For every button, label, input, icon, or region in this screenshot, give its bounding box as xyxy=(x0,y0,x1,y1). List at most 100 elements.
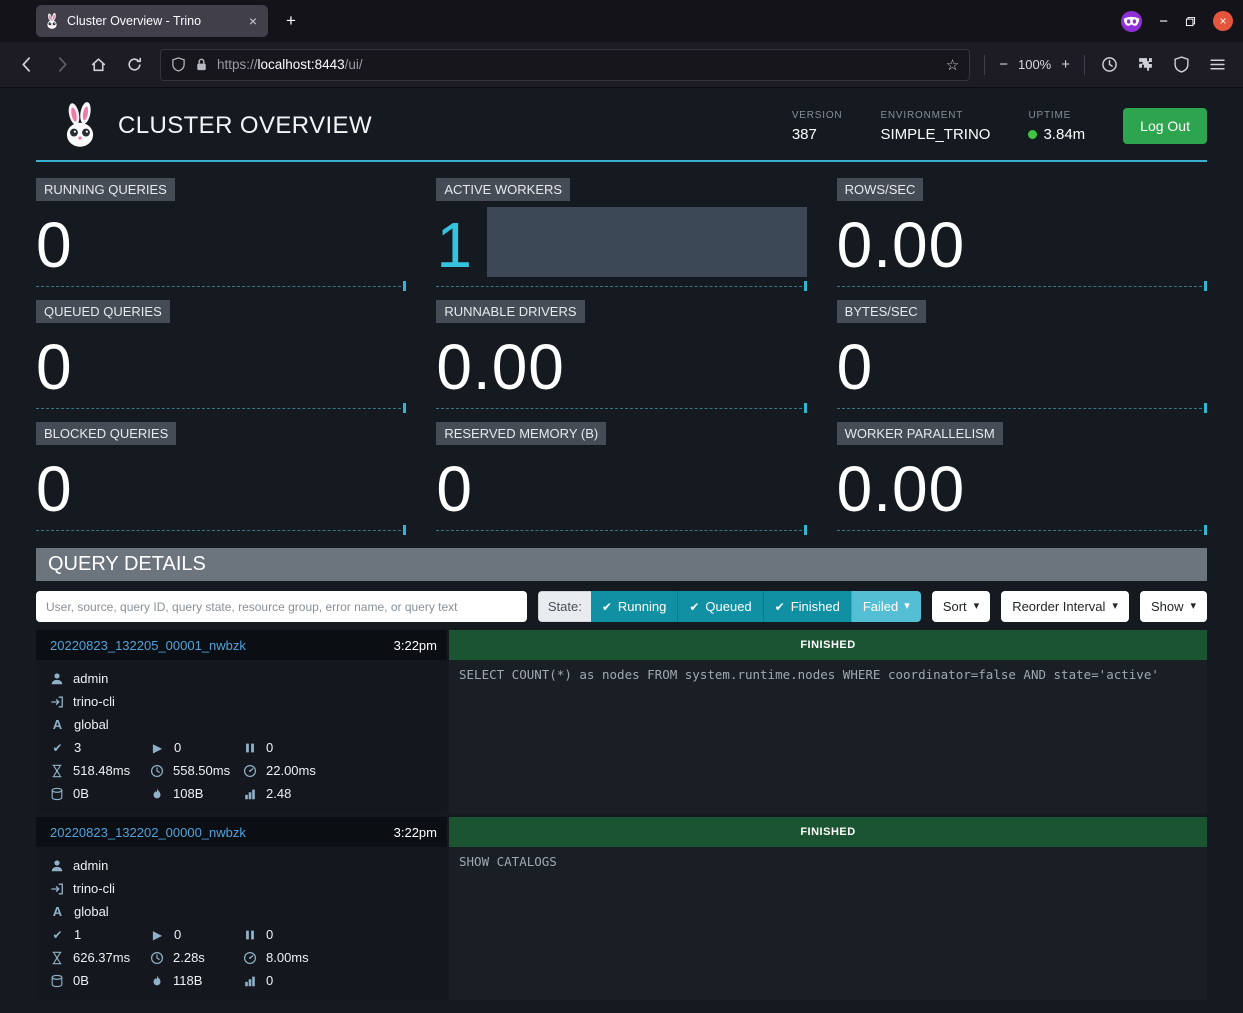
home-button[interactable] xyxy=(82,50,114,80)
state-filter-label: State: xyxy=(538,591,591,622)
trino-cluster-overview-page: CLUSTER OVERVIEW VERSION 387 ENVIRONMENT… xyxy=(0,88,1243,1013)
window-restore-button[interactable] xyxy=(1184,15,1197,28)
parallelism: 2.48 xyxy=(243,786,437,801)
stat-value-row: 0 xyxy=(36,203,406,277)
zoom-in-button[interactable]: + xyxy=(1055,56,1076,73)
stat-sparkline xyxy=(837,279,1207,287)
stat-sparkline xyxy=(436,401,806,409)
query-source: trino-cli xyxy=(73,881,115,896)
extensions-button[interactable] xyxy=(1129,50,1161,80)
close-icon: × xyxy=(1219,14,1226,28)
tab-title: Cluster Overview - Trino xyxy=(67,14,239,28)
menu-button[interactable] xyxy=(1201,50,1233,80)
stat-value: 0.00 xyxy=(837,214,966,277)
query-text-panel: SHOW CATALOGS xyxy=(449,847,1207,1000)
query-search-input[interactable] xyxy=(36,591,527,622)
query-toolbar: State: ✔Running ✔Queued ✔Finished Failed… xyxy=(36,591,1207,622)
parallelism: 0 xyxy=(243,973,437,988)
environment-meta: ENVIRONMENT SIMPLE_TRINO xyxy=(880,110,990,143)
stat-value: 0 xyxy=(837,336,874,399)
cpu-time: 22.00ms xyxy=(243,763,437,778)
reload-icon xyxy=(126,56,143,73)
window-close-button[interactable]: × xyxy=(1213,11,1233,31)
query-details-header: QUERY DETAILS xyxy=(36,548,1207,581)
url-bar[interactable]: https://localhost:8443/ui/ ☆ xyxy=(160,49,970,81)
bars-icon xyxy=(243,974,257,988)
wall-time-value: 518.48ms xyxy=(73,763,130,778)
show-label: Show xyxy=(1151,599,1184,614)
check-icon: ✔ xyxy=(602,600,612,614)
current-memory-value: 0B xyxy=(73,786,89,801)
extension-mask-icon[interactable] xyxy=(1120,10,1143,33)
running-splits-play-icon: ▶ xyxy=(150,928,165,942)
state-filter-failed-dropdown[interactable]: Failed▾ xyxy=(851,591,921,622)
query-sql-text: SHOW CATALOGS xyxy=(459,854,557,869)
query-memory-row: 0B 118B 0 xyxy=(50,969,437,992)
query-id-link[interactable]: 20220823_132205_00001_nwbzk xyxy=(50,638,246,653)
tracking-shield-icon[interactable] xyxy=(171,57,186,72)
query-id-link[interactable]: 20220823_132202_00000_nwbzk xyxy=(50,825,246,840)
elapsed-time-value: 558.50ms xyxy=(173,763,230,778)
state-filter-finished[interactable]: ✔Finished xyxy=(763,591,851,622)
show-dropdown[interactable]: Show▾ xyxy=(1140,591,1207,622)
protection-button[interactable] xyxy=(1165,50,1197,80)
stat-card-active-workers: ACTIVE WORKERS 1 xyxy=(436,178,806,290)
query-meta-panel: admin trino-cli Aglobal ✔1 ▶0 0 626.37ms… xyxy=(36,847,447,1000)
state-filter-running[interactable]: ✔Running xyxy=(591,591,678,622)
query-status: FINISHED xyxy=(800,639,855,651)
lock-icon[interactable] xyxy=(194,57,209,72)
cpu-time: 8.00ms xyxy=(243,950,437,965)
current-memory: 0B xyxy=(50,973,150,988)
back-button[interactable] xyxy=(10,50,42,80)
wall-time-value: 626.37ms xyxy=(73,950,130,965)
trino-logo xyxy=(58,102,102,150)
query-details-section: QUERY DETAILS State: ✔Running ✔Queued ✔F… xyxy=(36,548,1207,1000)
stat-sparkline xyxy=(436,279,806,287)
reorder-interval-dropdown[interactable]: Reorder Interval▾ xyxy=(1001,591,1129,622)
bookmark-star-icon[interactable]: ☆ xyxy=(946,56,959,74)
reload-button[interactable] xyxy=(118,50,150,80)
stat-sparkline xyxy=(436,523,806,531)
stat-card-reserved-memory: RESERVED MEMORY (B) 0 xyxy=(436,422,806,534)
check-icon: ✔ xyxy=(689,600,699,614)
toolbar-divider xyxy=(984,55,985,75)
new-tab-button[interactable]: + xyxy=(278,9,304,33)
completed-splits-value: 1 xyxy=(74,927,81,942)
hdd-icon xyxy=(50,787,64,801)
tab-close-icon[interactable]: × xyxy=(246,13,260,29)
uptime-meta: UPTIME 3.84m xyxy=(1028,110,1085,143)
sort-dropdown[interactable]: Sort▾ xyxy=(932,591,990,622)
browser-window: Cluster Overview - Trino × + − × https:/… xyxy=(0,0,1243,88)
stat-label: RUNNING QUERIES xyxy=(36,178,175,201)
environment-value: SIMPLE_TRINO xyxy=(880,126,990,143)
running-splits-value: 0 xyxy=(174,927,181,942)
query-resource-group-row: Aglobal xyxy=(50,900,437,923)
hourglass-icon xyxy=(50,951,64,965)
zoom-level[interactable]: 100% xyxy=(1018,57,1051,72)
running-splits-value: 0 xyxy=(174,740,181,755)
stat-value: 0 xyxy=(36,336,73,399)
browser-tab[interactable]: Cluster Overview - Trino × xyxy=(36,5,268,37)
trino-favicon-icon xyxy=(44,13,60,30)
history-button[interactable] xyxy=(1093,50,1125,80)
toolbar-divider xyxy=(1084,55,1085,75)
logout-button[interactable]: Log Out xyxy=(1123,108,1207,144)
history-clock-icon xyxy=(1101,56,1118,73)
parallelism-value: 0 xyxy=(266,973,273,988)
window-minimize-button[interactable]: − xyxy=(1159,13,1168,30)
stat-value-row: 0 xyxy=(436,447,806,521)
query-card: 20220823_132202_00000_nwbzk 3:22pm FINIS… xyxy=(36,817,1207,1000)
cpu-time-value: 22.00ms xyxy=(266,763,316,778)
elapsed-time-value: 2.28s xyxy=(173,950,205,965)
zoom-out-button[interactable]: − xyxy=(993,56,1014,73)
query-splits-row: ✔1 ▶0 0 xyxy=(50,923,437,946)
query-status-bar: FINISHED xyxy=(449,817,1207,847)
forward-button[interactable] xyxy=(46,50,78,80)
stat-card-running-queries: RUNNING QUERIES 0 xyxy=(36,178,406,290)
query-resource-group: global xyxy=(74,717,109,732)
stat-card-blocked-queries: BLOCKED QUERIES 0 xyxy=(36,422,406,534)
check-icon: ✔ xyxy=(775,600,785,614)
query-times-row: 626.37ms 2.28s 8.00ms xyxy=(50,946,437,969)
state-filter-queued[interactable]: ✔Queued xyxy=(677,591,762,622)
queued-splits-value: 0 xyxy=(266,740,273,755)
